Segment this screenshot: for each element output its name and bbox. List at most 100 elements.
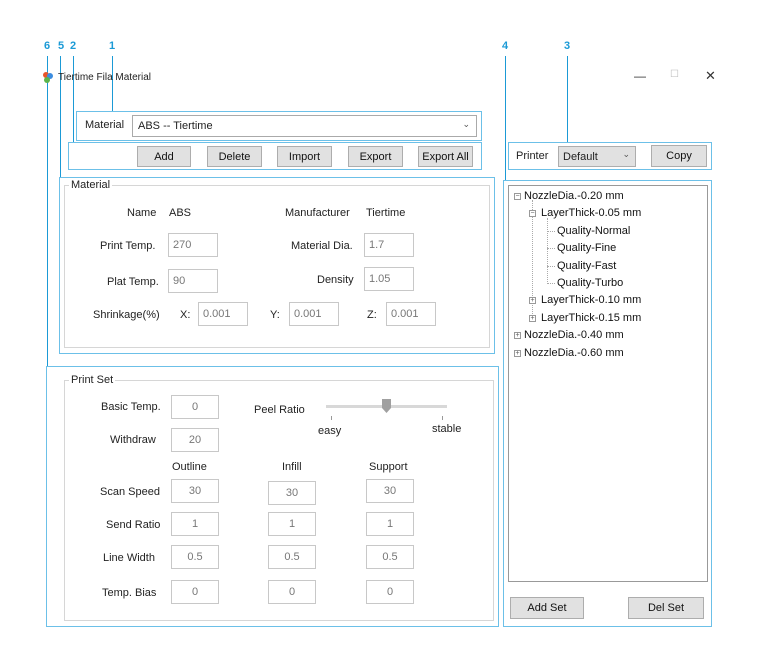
delete-button[interactable]: Delete <box>207 146 262 167</box>
temp-bias-support-input[interactable]: 0 <box>366 580 414 604</box>
material-group-title: Material <box>69 179 113 191</box>
basic-temp-label: Basic Temp. <box>101 401 161 413</box>
shrinkage-x-label: X: <box>180 309 191 321</box>
peel-stable-label: stable <box>432 423 462 435</box>
callout-5: 5 <box>58 40 65 52</box>
peel-easy-label: easy <box>318 425 342 437</box>
app-icon <box>42 71 54 83</box>
shrinkage-z-input[interactable]: 0.001 <box>386 302 436 326</box>
peel-tick-stable <box>442 416 443 420</box>
basic-temp-input[interactable]: 0 <box>171 395 219 419</box>
tree-line <box>547 231 555 232</box>
withdraw-input[interactable]: 20 <box>171 428 219 452</box>
manufacturer-label: Manufacturer <box>285 207 350 219</box>
tree-line <box>547 248 555 249</box>
printer-label: Printer <box>516 150 549 162</box>
tree-quality-fine[interactable]: Quality-Fine <box>557 242 616 254</box>
callout-2: 2 <box>70 40 77 52</box>
scan-speed-infill-input[interactable]: 30 <box>268 481 316 505</box>
copy-button[interactable]: Copy <box>651 145 707 167</box>
send-ratio-outline-input[interactable]: 1 <box>171 512 219 536</box>
collapse-icon[interactable]: − <box>514 193 521 200</box>
line-width-support-input[interactable]: 0.5 <box>366 545 414 569</box>
del-set-button[interactable]: Del Set <box>628 597 704 619</box>
expand-icon[interactable]: + <box>514 350 521 357</box>
tree-layer-010[interactable]: LayerThick-0.10 mm <box>541 294 641 306</box>
export-button[interactable]: Export <box>348 146 403 167</box>
tree-quality-turbo[interactable]: Quality-Turbo <box>557 277 623 289</box>
shrinkage-z-label: Z: <box>367 309 377 321</box>
material-dropdown[interactable]: ABS -- Tiertime ⌄ <box>132 115 477 137</box>
import-button[interactable]: Import <box>277 146 332 167</box>
callout-1-line <box>112 56 113 112</box>
callout-4-line <box>505 56 506 180</box>
temp-bias-label: Temp. Bias <box>102 587 157 599</box>
material-dia-input[interactable]: 1.7 <box>364 233 414 257</box>
peel-tick-easy <box>331 416 332 420</box>
tree-nozzle-060[interactable]: NozzleDia.-0.60 mm <box>524 347 624 359</box>
peel-ratio-label: Peel Ratio <box>254 404 305 416</box>
material-dropdown-value: ABS -- Tiertime <box>138 120 213 132</box>
line-width-label: Line Width <box>103 552 155 564</box>
callout-4: 4 <box>502 40 509 52</box>
tree-nozzle-020[interactable]: NozzleDia.-0.20 mm <box>524 190 624 202</box>
printer-dropdown-value: Default <box>563 151 598 163</box>
plat-temp-input[interactable]: 90 <box>168 269 218 293</box>
send-ratio-support-input[interactable]: 1 <box>366 512 414 536</box>
print-temp-input[interactable]: 270 <box>168 233 218 257</box>
col-support-header: Support <box>369 461 408 473</box>
chevron-down-icon: ⌄ <box>622 149 630 159</box>
callout-3-line <box>567 56 568 142</box>
density-input[interactable]: 1.05 <box>364 267 414 291</box>
expand-icon[interactable]: + <box>529 315 536 322</box>
tree-line <box>547 218 548 284</box>
callout-2-line <box>73 56 74 142</box>
manufacturer-value: Tiertime <box>366 207 406 219</box>
tree-layer-005[interactable]: LayerThick-0.05 mm <box>541 207 641 219</box>
add-button[interactable]: Add <box>137 146 191 167</box>
chevron-down-icon: ⌄ <box>462 119 470 129</box>
scan-speed-support-input[interactable]: 30 <box>366 479 414 503</box>
print-set-group-title: Print Set <box>69 374 116 386</box>
temp-bias-outline-input[interactable]: 0 <box>171 580 219 604</box>
print-temp-label: Print Temp. <box>100 240 156 252</box>
minimize-button[interactable]: — <box>634 69 646 83</box>
shrinkage-y-label: Y: <box>270 309 280 321</box>
callout-1: 1 <box>109 40 116 52</box>
material-select-label: Material <box>85 119 125 131</box>
plat-temp-label: Plat Temp. <box>107 276 159 288</box>
add-set-button[interactable]: Add Set <box>510 597 584 619</box>
tree-line <box>547 283 555 284</box>
maximize-button[interactable]: ☐ <box>670 69 679 80</box>
expand-icon[interactable]: + <box>514 332 521 339</box>
shrinkage-x-input[interactable]: 0.001 <box>198 302 248 326</box>
col-outline-header: Outline <box>172 461 207 473</box>
material-dia-label: Material Dia. <box>291 240 353 252</box>
send-ratio-infill-input[interactable]: 1 <box>268 512 316 536</box>
tree-quality-normal[interactable]: Quality-Normal <box>557 225 630 237</box>
callout-6-line <box>47 56 48 366</box>
scan-speed-outline-input[interactable]: 30 <box>171 479 219 503</box>
shrinkage-label: Shrinkage(%) <box>93 309 160 321</box>
expand-icon[interactable]: + <box>529 297 536 304</box>
export-all-button[interactable]: Export All <box>418 146 473 167</box>
line-width-outline-input[interactable]: 0.5 <box>171 545 219 569</box>
tree-layer-015[interactable]: LayerThick-0.15 mm <box>541 312 641 324</box>
callout-3: 3 <box>564 40 571 52</box>
send-ratio-label: Send Ratio <box>106 519 161 531</box>
peel-ratio-slider[interactable] <box>382 399 391 413</box>
density-label: Density <box>317 274 354 286</box>
line-width-infill-input[interactable]: 0.5 <box>268 545 316 569</box>
window-title: Tiertime Fila Material <box>58 72 151 83</box>
shrinkage-y-input[interactable]: 0.001 <box>289 302 339 326</box>
temp-bias-infill-input[interactable]: 0 <box>268 580 316 604</box>
collapse-icon[interactable]: − <box>529 210 536 217</box>
printer-dropdown[interactable]: Default ⌄ <box>558 146 636 167</box>
tree-quality-fast[interactable]: Quality-Fast <box>557 260 616 272</box>
col-infill-header: Infill <box>282 461 302 473</box>
tree-nozzle-040[interactable]: NozzleDia.-0.40 mm <box>524 329 624 341</box>
close-button[interactable]: ✕ <box>705 68 716 84</box>
name-label: Name <box>127 207 157 219</box>
callout-6: 6 <box>44 40 51 52</box>
withdraw-label: Withdraw <box>110 434 156 446</box>
